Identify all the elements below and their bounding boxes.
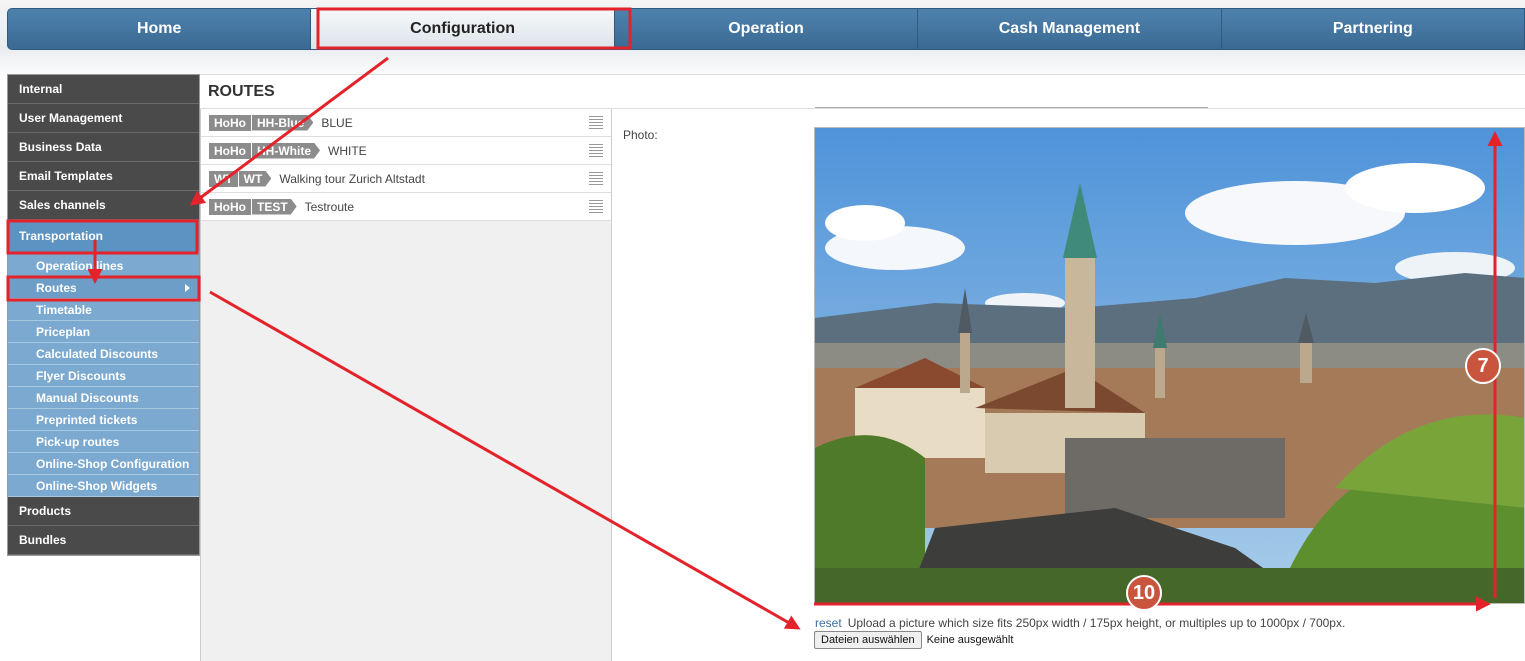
route-name: Walking tour Zurich Altstadt bbox=[279, 171, 425, 186]
upload-help: reset Upload a picture which size fits 25… bbox=[815, 616, 1345, 630]
sidebar-subitem-operation-lines[interactable]: Operation lines bbox=[8, 255, 199, 277]
top-navigation: Home Configuration Operation Cash Manage… bbox=[7, 8, 1525, 50]
route-name: BLUE bbox=[321, 115, 353, 130]
sidebar-subitem-manual-discounts[interactable]: Manual Discounts bbox=[8, 387, 199, 409]
sidebar-subitem-priceplan[interactable]: Priceplan bbox=[8, 321, 199, 343]
sidebar-item-products[interactable]: Products bbox=[8, 497, 199, 526]
sidebar-item-business-data[interactable]: Business Data bbox=[8, 133, 199, 162]
photo-label: Photo: bbox=[623, 128, 658, 142]
sidebar-subitem-online-shop-configuration[interactable]: Online-Shop Configuration bbox=[8, 453, 199, 475]
sidebar-subitem-calculated-discounts[interactable]: Calculated Discounts bbox=[8, 343, 199, 365]
route-code-tag: HH-White bbox=[252, 143, 320, 159]
divider bbox=[815, 107, 1208, 108]
sidebar-subitem-timetable[interactable]: Timetable bbox=[8, 299, 199, 321]
caret-right-icon bbox=[185, 284, 190, 292]
list-item[interactable]: HoHo HH-White WHITE bbox=[201, 137, 611, 165]
sidebar-item-email-templates[interactable]: Email Templates bbox=[8, 162, 199, 191]
file-upload: Dateien auswählen Keine ausgewählt bbox=[814, 631, 1013, 649]
list-item[interactable]: HoHo TEST Testroute bbox=[201, 193, 611, 221]
route-category-tag: WT bbox=[209, 170, 238, 187]
sidebar-subitem-online-shop-widgets[interactable]: Online-Shop Widgets bbox=[8, 475, 199, 497]
route-name: Testroute bbox=[304, 199, 355, 214]
file-status: Keine ausgewählt bbox=[926, 634, 1014, 646]
sidebar-subitem-routes[interactable]: Routes bbox=[8, 277, 199, 299]
sidebar-subitem-pick-up-routes[interactable]: Pick-up routes bbox=[8, 431, 199, 453]
city-photo-image bbox=[815, 128, 1524, 603]
route-photo bbox=[814, 127, 1525, 604]
reset-link[interactable]: reset bbox=[815, 616, 842, 630]
step-badge-height: 7 bbox=[1465, 348, 1501, 384]
drag-handle-icon[interactable] bbox=[589, 200, 603, 213]
sidebar-item-bundles[interactable]: Bundles bbox=[8, 526, 199, 555]
route-category-tag: HoHo bbox=[209, 198, 251, 215]
sidebar-item-internal[interactable]: Internal bbox=[8, 75, 199, 104]
sidebar-item-sales-channels[interactable]: Sales channels bbox=[8, 191, 199, 220]
sidebar-subitem-flyer-discounts[interactable]: Flyer Discounts bbox=[8, 365, 199, 387]
nav-partnering[interactable]: Partnering bbox=[1222, 9, 1524, 49]
route-code-tag: WT bbox=[239, 171, 272, 187]
upload-hint: Upload a picture which size fits 250px w… bbox=[847, 616, 1346, 630]
sidebar-item-transportation[interactable]: Transportation bbox=[8, 220, 199, 253]
sidebar-subitem-label: Routes bbox=[36, 280, 77, 295]
sidebar-subitem-preprinted-tickets[interactable]: Preprinted tickets bbox=[8, 409, 199, 431]
sidebar: Internal User Management Business Data E… bbox=[7, 74, 200, 556]
route-list: HoHo HH-Blue BLUE HoHo HH-White WHITE WT… bbox=[200, 109, 612, 661]
drag-handle-icon[interactable] bbox=[589, 172, 603, 185]
nav-configuration[interactable]: Configuration bbox=[311, 9, 615, 49]
nav-operation[interactable]: Operation bbox=[615, 9, 919, 49]
sidebar-submenu: Operation lines Routes Timetable Pricepl… bbox=[8, 253, 199, 497]
drag-handle-icon[interactable] bbox=[589, 144, 603, 157]
step-badge-width: 10 bbox=[1126, 575, 1162, 611]
nav-home[interactable]: Home bbox=[8, 9, 312, 49]
route-code-tag: HH-Blue bbox=[252, 115, 313, 131]
route-category-tag: HoHo bbox=[209, 114, 251, 131]
route-category-tag: HoHo bbox=[209, 142, 251, 159]
list-item[interactable]: WT WT Walking tour Zurich Altstadt bbox=[201, 165, 611, 193]
page-title: ROUTES bbox=[200, 74, 1525, 109]
choose-file-button[interactable]: Dateien auswählen bbox=[814, 631, 922, 649]
drag-handle-icon[interactable] bbox=[589, 116, 603, 129]
nav-cash-management[interactable]: Cash Management bbox=[918, 9, 1222, 49]
list-item[interactable]: HoHo HH-Blue BLUE bbox=[201, 109, 611, 137]
sidebar-item-user-management[interactable]: User Management bbox=[8, 104, 199, 133]
route-name: WHITE bbox=[328, 143, 367, 158]
route-code-tag: TEST bbox=[252, 199, 297, 215]
route-detail: Photo: reset Upload a picture which size… bbox=[612, 107, 1525, 661]
